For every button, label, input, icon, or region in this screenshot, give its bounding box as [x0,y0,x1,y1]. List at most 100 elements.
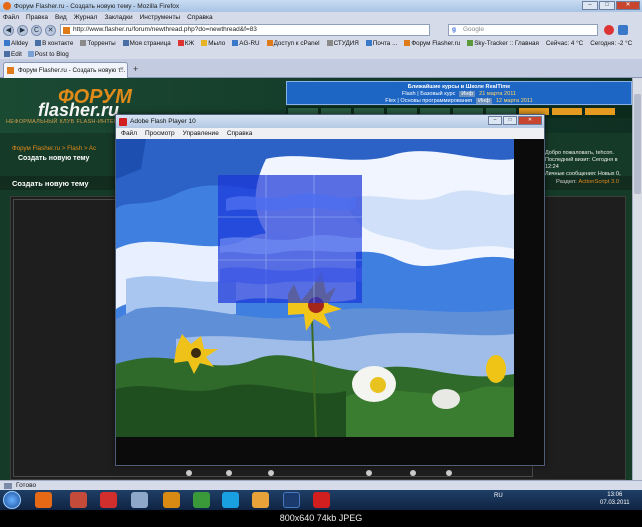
course-name[interactable]: Flash | Базовый курс [402,91,455,97]
bookmark-item[interactable]: КЖ [177,40,194,47]
flash-title: Adobe Flash Player 10 [130,118,196,125]
bookmark-item[interactable]: Торренты [80,40,116,47]
forward-button[interactable]: ▶ [17,24,28,36]
clock[interactable]: 13:06 07.03.2011 [600,491,630,507]
flash-close-button[interactable]: ✕ [518,116,542,125]
bookmark-item[interactable]: Моя страница [122,40,171,47]
nav-button[interactable] [552,108,582,115]
menu-tools[interactable]: Инструменты [140,14,181,21]
flash-minimize-button[interactable]: – [488,116,502,125]
firefox-icon [3,2,11,10]
smiley-icon[interactable] [446,470,452,476]
edit-icon [4,50,10,57]
minimize-button[interactable]: – [582,1,598,10]
bookmark-item[interactable]: Мыло [201,40,225,47]
app-taskbar-icon[interactable] [131,492,148,508]
smiley-icon[interactable] [268,470,274,476]
flash-stage-image [116,139,544,465]
close-button[interactable]: ✕ [616,1,640,10]
post-to-blog-button[interactable]: Post to Blog [27,50,69,58]
smiley-icon[interactable] [410,470,416,476]
image-caption: 800x640 74kb JPEG [0,510,642,527]
flash-menu-view[interactable]: Просмотр [145,130,175,139]
bookmark-item[interactable]: Sky-Tracker :: Главная [467,40,539,47]
menu-bookmarks[interactable]: Закладки [104,14,132,21]
nav-button[interactable] [585,108,615,115]
bookmark-icon [232,40,239,46]
menu-edit[interactable]: Правка [26,14,48,21]
tab-label: Форум Flasher.ru - Создать новую т... [18,67,126,74]
new-tab-button[interactable]: + [133,64,138,74]
menu-view[interactable]: Вид [55,14,67,21]
site-favicon [63,27,70,34]
page-scrollbar[interactable] [632,78,642,480]
page-title: Создать новую тему [18,155,90,162]
start-button[interactable] [3,491,21,509]
flash-menu-help[interactable]: Справка [227,130,253,139]
smiley-icon[interactable] [226,470,232,476]
logo-main[interactable]: flasher.ru [38,100,119,121]
bookmark-item[interactable]: Форум Flasher.ru [404,40,460,47]
flash-player-window: Adobe Flash Player 10 – □ ✕ Файл Просмот… [115,114,545,466]
course-info-button[interactable]: Инф [459,91,476,97]
bookmark-icon [365,40,372,46]
back-button[interactable]: ◀ [3,24,14,36]
flash-maximize-button[interactable]: □ [503,116,517,125]
course-info-button[interactable]: Инф [476,98,492,104]
reload-button[interactable]: C [31,24,42,36]
navigation-toolbar: ◀ ▶ C ✕ http://www.flasher.ru/forum/newt… [0,22,642,38]
status-icon [4,483,12,489]
menu-history[interactable]: Журнал [74,14,98,21]
url-bar[interactable]: http://www.flasher.ru/forum/newthread.ph… [60,24,430,36]
opera-taskbar-icon[interactable] [100,492,117,508]
menu-file[interactable]: Файл [3,14,19,21]
bookmark-item[interactable]: Почта ... [365,40,397,47]
skype-taskbar-icon[interactable] [222,492,239,508]
bookmark-item[interactable]: Alldey [4,40,28,47]
weather-today[interactable]: Сегодня: -2 °C [590,40,632,47]
bookmarks-toolbar: Alldey В контакте Торренты Моя страница … [0,38,642,49]
flash-menu-control[interactable]: Управление [183,130,219,139]
flash-menu-file[interactable]: Файл [121,130,137,139]
addon-icon[interactable] [618,25,628,35]
bookmark-item[interactable]: СТУДИЯ [326,40,359,47]
edit-button[interactable]: Edit [4,50,22,58]
flash-icon [119,118,127,126]
course-name[interactable]: Flex | Основы программирования [385,98,472,104]
photoshop-taskbar-icon[interactable] [283,492,300,508]
bookmark-item[interactable]: В контакте [35,40,73,47]
weather-now[interactable]: Сейчас: 4 °C [546,40,583,47]
section-forum-link[interactable]: ActionScript 3.0 [578,179,619,185]
app-taskbar-icon[interactable] [163,492,180,508]
flash-taskbar-icon[interactable] [313,492,330,508]
smiley-icon[interactable] [366,470,372,476]
clock-time: 13:06 [607,492,623,498]
tab-forum[interactable]: Форум Flasher.ru - Создать новую т... × [3,62,128,78]
chrome-taskbar-icon[interactable] [193,492,210,508]
bookmark-icon [35,40,42,46]
firefox-taskbar-icon[interactable] [35,492,52,508]
last-visit-text: Последний визит: Сегодня в 12:24 [545,157,618,170]
bookmark-icon [4,40,10,46]
section-title: Создать новую тему [12,179,89,188]
search-box[interactable]: g Google [448,24,598,36]
app-taskbar-icon[interactable] [70,492,87,508]
adblock-icon[interactable] [604,25,614,35]
bookmark-icon [122,40,129,46]
courses-heading[interactable]: Ближайшие курсы в Школе RealTime [287,84,631,90]
bookmark-item[interactable]: AG-RU [232,40,260,47]
language-indicator[interactable]: RU [494,493,503,499]
maximize-button[interactable]: □ [599,1,615,10]
tab-bar: Форум Flasher.ru - Создать новую т... × … [0,59,642,78]
tab-close-icon[interactable]: × [120,66,124,73]
flash-stage[interactable] [116,139,544,465]
menu-help[interactable]: Справка [187,14,213,21]
bookmark-item[interactable]: Доступ к cPanel [266,40,320,47]
scrollbar-thumb[interactable] [634,94,641,194]
breadcrumb[interactable]: Форум Flasher.ru > Flash > Ac [12,145,96,152]
google-icon: g [452,26,456,33]
smiley-icon[interactable] [186,470,192,476]
stop-button[interactable]: ✕ [45,24,56,36]
app-taskbar-icon[interactable] [252,492,269,508]
bookmark-icon [326,40,333,46]
